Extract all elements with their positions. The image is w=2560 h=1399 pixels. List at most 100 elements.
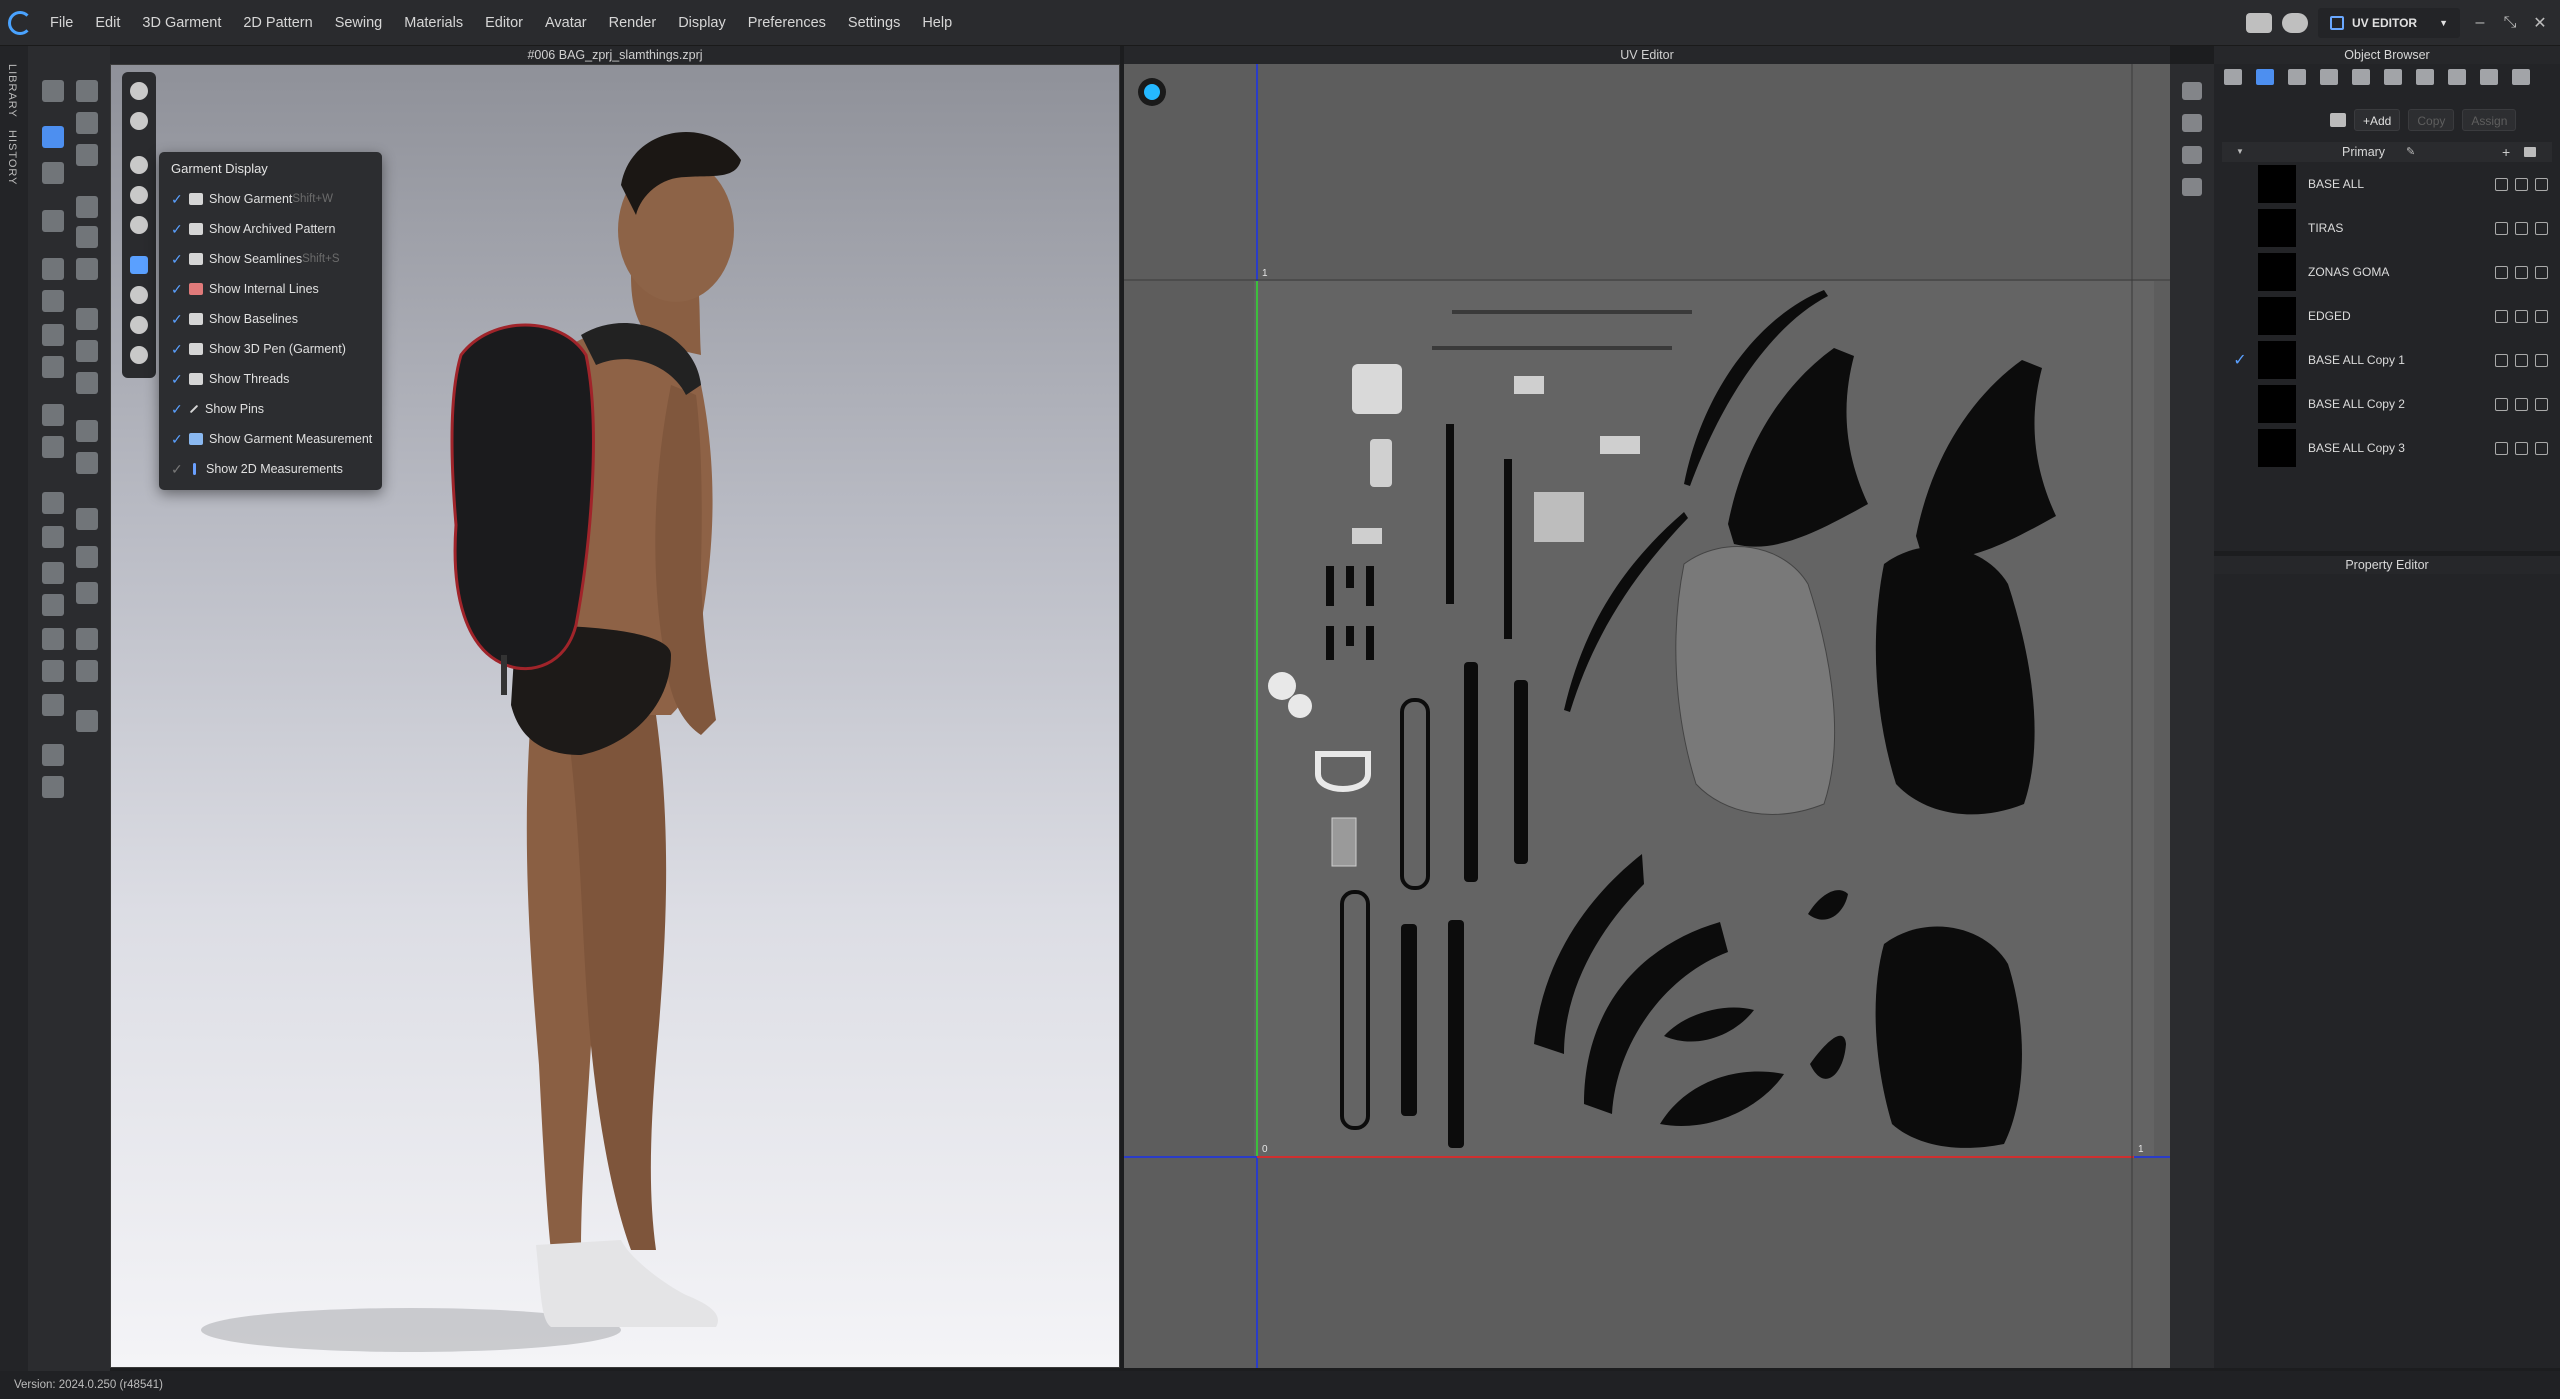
copy-icon[interactable]	[2515, 221, 2528, 235]
topstitch-icon[interactable]	[42, 324, 64, 346]
panel-icon[interactable]	[76, 628, 98, 650]
avatar-display-icon[interactable]	[130, 216, 148, 234]
show-pins-item[interactable]: ✓ Show Pins	[171, 397, 376, 421]
pen-tool-icon[interactable]	[42, 162, 64, 184]
hanger-icon[interactable]	[42, 594, 64, 616]
mode-selector[interactable]: UV EDITOR ▼	[2317, 8, 2460, 38]
delete-icon[interactable]	[2535, 177, 2548, 191]
texture-icon[interactable]	[76, 420, 98, 442]
add-icon[interactable]	[2495, 309, 2508, 323]
restore-icon[interactable]: ⤡	[2500, 14, 2520, 32]
move-tool-icon[interactable]	[42, 126, 64, 148]
texture-mode-icon[interactable]	[130, 112, 148, 130]
skin-display-icon[interactable]	[130, 316, 148, 334]
pin-icon[interactable]	[76, 226, 98, 248]
delete-icon[interactable]	[2535, 309, 2548, 323]
collapse-icon[interactable]: ▼	[2236, 142, 2244, 162]
button-icon[interactable]	[42, 290, 64, 312]
menu-editor[interactable]: Editor	[485, 15, 523, 31]
avatar-tool-icon[interactable]	[42, 436, 64, 458]
show-internal-lines-item[interactable]: ✓ Show Internal Lines	[171, 277, 376, 301]
add-button[interactable]: +Add	[2354, 109, 2401, 131]
fabric-icon[interactable]	[76, 452, 98, 474]
add-icon[interactable]	[2495, 221, 2508, 235]
show-2d-measurements-item[interactable]: ✓ Show 2D Measurements	[171, 457, 376, 481]
import-icon[interactable]	[2330, 113, 2346, 127]
fold-arrange-icon[interactable]	[76, 80, 98, 102]
add-icon[interactable]	[2495, 353, 2508, 367]
menu-2d-pattern[interactable]: 2D Pattern	[243, 15, 312, 31]
measure-display-icon[interactable]	[130, 346, 148, 364]
menu-3d-garment[interactable]: 3D Garment	[142, 15, 221, 31]
show-threads-item[interactable]: ✓ Show Threads	[171, 367, 376, 391]
delete-icon[interactable]	[2535, 397, 2548, 411]
add-icon[interactable]	[2495, 265, 2508, 279]
seam-display-icon[interactable]	[130, 186, 148, 204]
add-colorway-icon[interactable]: +	[2502, 142, 2510, 162]
show-garment-item[interactable]: ✓ Show Garment Shift+W	[171, 187, 376, 211]
close-icon[interactable]: ✕	[2530, 13, 2550, 33]
minimize-icon[interactable]: –	[2470, 14, 2490, 32]
tab-zipper-icon[interactable]	[2448, 69, 2466, 85]
show-archived-pattern-item[interactable]: ✓ Show Archived Pattern	[171, 217, 376, 241]
garment-fit-icon[interactable]	[76, 258, 98, 280]
menu-render[interactable]: Render	[609, 15, 657, 31]
tab-puckering-icon[interactable]	[2416, 69, 2434, 85]
measure-icon[interactable]	[42, 258, 64, 280]
delete-icon[interactable]	[2535, 221, 2548, 235]
show-seamlines-item[interactable]: ✓ Show Seamlines Shift+S	[171, 247, 376, 271]
fold-line-icon[interactable]	[42, 562, 64, 584]
tack-icon[interactable]	[76, 196, 98, 218]
cloud-icon[interactable]	[2281, 13, 2308, 33]
menu-preferences[interactable]: Preferences	[748, 15, 826, 31]
tab-buttonhole-icon[interactable]	[2352, 69, 2370, 85]
app-logo-icon[interactable]	[8, 11, 32, 35]
jacket-icon[interactable]	[42, 660, 64, 682]
sleeve-icon[interactable]	[42, 628, 64, 650]
render-mode-icon[interactable]	[130, 82, 148, 100]
tab-fabric-icon[interactable]	[2256, 69, 2274, 85]
split-icon[interactable]	[76, 660, 98, 682]
history-tab[interactable]: HISTORY	[6, 130, 18, 186]
block-icon[interactable]	[76, 582, 98, 604]
copy-icon[interactable]	[2515, 353, 2528, 367]
show-3d-pen-item[interactable]: ✓ Show 3D Pen (Garment)	[171, 337, 376, 361]
material-row-selected[interactable]: ✓ BASE ALL Copy 1	[2222, 338, 2554, 382]
puckering-icon[interactable]	[76, 340, 98, 362]
assign-button[interactable]: Assign	[2462, 109, 2517, 131]
copy-icon[interactable]	[2515, 397, 2528, 411]
menu-materials[interactable]: Materials	[404, 15, 463, 31]
material-row[interactable]: EDGED	[2222, 294, 2554, 338]
menu-avatar[interactable]: Avatar	[545, 15, 587, 31]
add-icon[interactable]	[2495, 441, 2508, 455]
ruler-icon[interactable]	[76, 710, 98, 732]
strap-icon[interactable]	[76, 546, 98, 568]
shirt-tool-icon[interactable]	[42, 492, 64, 514]
tab-measure-icon[interactable]	[2512, 69, 2530, 85]
fold-tool-icon[interactable]	[76, 144, 98, 166]
menu-sewing[interactable]: Sewing	[335, 15, 383, 31]
material-row[interactable]: ZONAS GOMA	[2222, 250, 2554, 294]
add-icon[interactable]	[2495, 177, 2508, 191]
delete-icon[interactable]	[2535, 441, 2548, 455]
edit-tool-icon[interactable]	[76, 112, 98, 134]
copy-icon[interactable]	[2515, 441, 2528, 455]
arrange-icon[interactable]	[42, 210, 64, 232]
delete-icon[interactable]	[2535, 353, 2548, 367]
add-icon[interactable]	[2495, 397, 2508, 411]
select-mesh-icon[interactable]	[42, 80, 64, 102]
garment-display-icon[interactable]	[130, 156, 148, 174]
trim-icon[interactable]	[42, 356, 64, 378]
uv-snapshot-icon[interactable]	[2182, 114, 2202, 132]
brush-icon[interactable]	[42, 404, 64, 426]
tab-button-icon[interactable]	[2320, 69, 2338, 85]
material-row[interactable]: BASE ALL	[2222, 162, 2554, 206]
person-icon[interactable]	[42, 694, 64, 716]
menu-help[interactable]: Help	[922, 15, 952, 31]
menu-settings[interactable]: Settings	[848, 15, 900, 31]
tab-avatar-icon[interactable]	[2224, 69, 2242, 85]
folder-icon[interactable]	[2524, 147, 2536, 157]
zipper-icon[interactable]	[76, 308, 98, 330]
menu-edit[interactable]: Edit	[95, 15, 120, 31]
copy-icon[interactable]	[2515, 265, 2528, 279]
